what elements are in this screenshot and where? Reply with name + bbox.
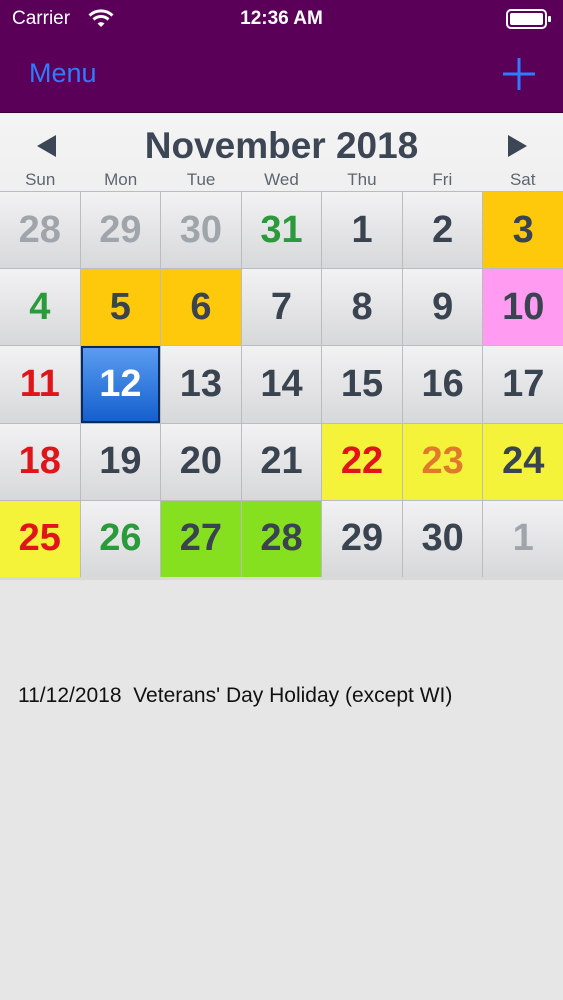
day-cell[interactable]: 1 xyxy=(322,192,402,269)
day-cell[interactable]: 5 xyxy=(80,269,161,346)
day-cell[interactable]: 1 xyxy=(483,500,563,577)
day-cell[interactable]: 29 xyxy=(322,500,402,577)
day-grid: 28 29 30 31 1 2 3 4 5 6 7 8 9 10 11 12 1… xyxy=(0,191,563,577)
day-cell-selected[interactable]: 12 xyxy=(80,346,161,423)
day-cell[interactable]: 28 xyxy=(241,500,322,577)
day-cell[interactable]: 18 xyxy=(0,423,80,500)
day-cell[interactable]: 7 xyxy=(241,269,322,346)
day-cell[interactable]: 16 xyxy=(402,346,483,423)
day-cell[interactable]: 14 xyxy=(241,346,322,423)
day-cell[interactable]: 25 xyxy=(0,500,80,577)
day-cell[interactable]: 15 xyxy=(322,346,402,423)
day-cell[interactable]: 9 xyxy=(402,269,483,346)
day-cell[interactable]: 29 xyxy=(80,192,161,269)
weekday-label: Mon xyxy=(104,170,138,189)
weekday-label: Sun xyxy=(25,170,56,189)
month-calendar: November 2018 Sun Mon Tue Wed Thu Fri Sa… xyxy=(0,113,563,580)
battery-icon xyxy=(506,9,551,29)
right-arrow-icon xyxy=(508,135,527,157)
weekday-label: Tue xyxy=(186,170,216,189)
day-cell[interactable]: 4 xyxy=(0,269,80,346)
add-event-button[interactable] xyxy=(500,55,538,93)
event-description: 11/12/2018 Veterans' Day Holiday (except… xyxy=(18,684,453,707)
day-cell[interactable]: 19 xyxy=(80,423,161,500)
day-cell[interactable]: 11 xyxy=(0,346,80,423)
day-cell[interactable]: 3 xyxy=(483,192,563,269)
day-cell[interactable]: 20 xyxy=(161,423,241,500)
day-cell[interactable]: 8 xyxy=(322,269,402,346)
day-cell[interactable]: 30 xyxy=(161,192,241,269)
day-cell[interactable]: 26 xyxy=(80,500,161,577)
menu-button[interactable]: Menu xyxy=(29,58,97,89)
day-cell[interactable]: 31 xyxy=(241,192,322,269)
day-cell[interactable]: 27 xyxy=(161,500,241,577)
clock-time: 12:36 AM xyxy=(240,8,323,29)
plus-icon xyxy=(503,58,535,90)
day-cell[interactable]: 10 xyxy=(483,269,563,346)
day-cell[interactable]: 13 xyxy=(161,346,241,423)
day-cell[interactable]: 28 xyxy=(0,192,80,269)
weekday-label: Sat xyxy=(509,170,536,189)
day-cell[interactable]: 24 xyxy=(483,423,563,500)
day-cell[interactable]: 17 xyxy=(483,346,563,423)
month-title: November 2018 xyxy=(144,125,419,166)
day-cell[interactable]: 23 xyxy=(402,423,483,500)
day-cell[interactable]: 21 xyxy=(241,423,322,500)
next-month-button[interactable] xyxy=(506,133,530,159)
weekday-label: Wed xyxy=(264,170,299,189)
day-cell[interactable]: 30 xyxy=(402,500,483,577)
day-cell[interactable]: 6 xyxy=(161,269,241,346)
status-bar: Carrier 12:36 AM xyxy=(0,0,563,40)
top-bar: Carrier 12:36 AM Menu xyxy=(0,0,563,113)
weekday-label: Fri xyxy=(432,170,453,189)
day-cell[interactable]: 22 xyxy=(322,423,402,500)
weekday-label: Thu xyxy=(347,170,377,189)
day-cell[interactable]: 2 xyxy=(402,192,483,269)
weekday-header: Sun Mon Tue Wed Thu Fri Sat xyxy=(0,170,563,192)
